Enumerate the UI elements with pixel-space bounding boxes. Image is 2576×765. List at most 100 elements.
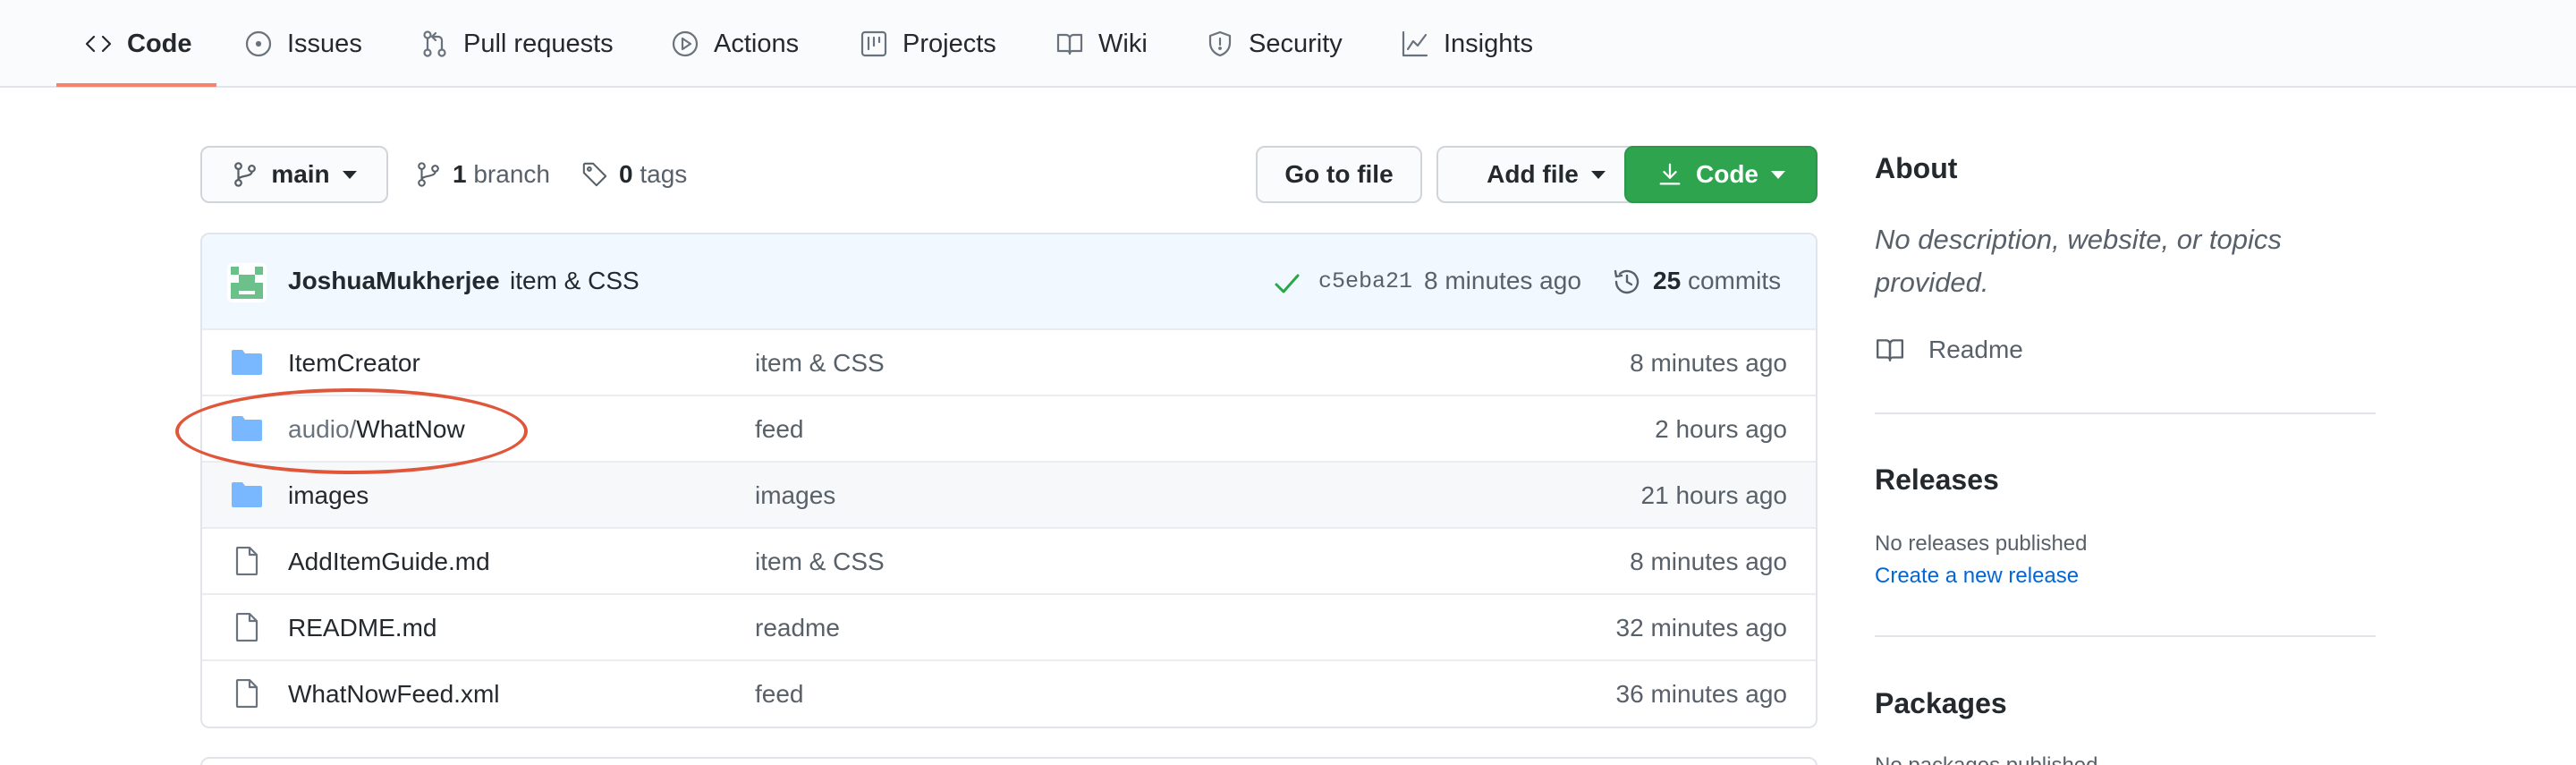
- commit-sha[interactable]: c5eba21: [1318, 268, 1412, 294]
- chevron-down-icon: [342, 170, 357, 179]
- tab-security[interactable]: Security: [1206, 0, 1343, 88]
- file-icon: [235, 547, 258, 575]
- check-icon[interactable]: [1272, 268, 1302, 299]
- add-file-button[interactable]: Add file: [1436, 146, 1656, 203]
- tab-wiki[interactable]: Wiki: [1055, 0, 1148, 88]
- file-row-audio-whatnow[interactable]: audio/WhatNow feed 2 hours ago: [202, 395, 1816, 461]
- file-name-main: WhatNow: [356, 415, 465, 443]
- file-age: 32 minutes ago: [1615, 614, 1787, 642]
- file-icon: [235, 679, 258, 708]
- avatar[interactable]: [227, 263, 267, 302]
- releases-heading[interactable]: Releases: [1875, 463, 1999, 497]
- file-commit-message[interactable]: feed: [755, 415, 804, 444]
- file-age: 21 hours ago: [1640, 481, 1787, 509]
- git-branch-icon: [418, 162, 439, 187]
- git-branch-icon: [234, 162, 257, 187]
- branch-select-button[interactable]: main: [200, 146, 388, 203]
- file-name-prefix: audio/: [288, 415, 357, 443]
- book-icon: [1877, 339, 1903, 361]
- commit-message[interactable]: item & CSS: [510, 267, 640, 295]
- file-row-whatnowfeed[interactable]: WhatNowFeed.xml feed 36 minutes ago: [202, 659, 1816, 726]
- project-icon: [860, 30, 887, 57]
- issue-opened-icon: [245, 30, 272, 57]
- tab-issues[interactable]: Issues: [244, 0, 362, 88]
- download-icon: [1659, 163, 1681, 185]
- file-commit-message[interactable]: feed: [755, 680, 804, 709]
- releases-text: No releases published: [1875, 531, 2088, 556]
- about-heading: About: [1875, 152, 1958, 184]
- folder-icon: [232, 350, 262, 375]
- branch-count: 1: [453, 160, 467, 188]
- file-commit-message[interactable]: readme: [755, 614, 840, 642]
- file-commit-message[interactable]: item & CSS: [755, 349, 885, 378]
- file-name[interactable]: audio/WhatNow: [288, 415, 465, 444]
- tab-actions-label: Actions: [714, 29, 800, 58]
- tag-icon: [582, 162, 607, 187]
- file-icon: [235, 613, 258, 642]
- commit-label: commits: [1687, 267, 1782, 294]
- tab-pull-requests[interactable]: Pull requests: [420, 0, 614, 88]
- latest-commit-bar: JoshuaMukherjee item & CSS c5eba21 8 min…: [202, 234, 1816, 330]
- file-row-readme[interactable]: README.md readme 32 minutes ago: [202, 593, 1816, 659]
- tab-projects-label: Projects: [902, 29, 996, 58]
- tag-count: 0: [619, 160, 633, 188]
- file-browser: JoshuaMukherjee item & CSS c5eba21 8 min…: [200, 233, 1818, 728]
- folder-icon: [232, 482, 262, 507]
- file-age: 8 minutes ago: [1630, 548, 1787, 575]
- file-age: 8 minutes ago: [1630, 349, 1787, 377]
- sidebar-divider: [1875, 635, 2376, 637]
- tab-insights[interactable]: Insights: [1401, 0, 1533, 88]
- git-pull-request-icon: [423, 30, 446, 57]
- go-to-file-label: Go to file: [1284, 160, 1394, 188]
- about-description: No description, website, or topics provi…: [1875, 224, 2282, 298]
- commit-time: 8 minutes ago: [1424, 267, 1581, 294]
- branches-link[interactable]: 1 branch: [415, 148, 550, 201]
- book-icon: [1056, 33, 1083, 55]
- play-icon: [672, 30, 699, 57]
- tab-actions[interactable]: Actions: [671, 0, 799, 88]
- branch-name: main: [271, 160, 330, 188]
- file-age: 36 minutes ago: [1615, 680, 1787, 708]
- file-row-additemguide[interactable]: AddItemGuide.md item & CSS 8 minutes ago: [202, 527, 1816, 593]
- file-row-images[interactable]: images images 21 hours ago: [202, 461, 1816, 527]
- tab-code-label: Code: [127, 29, 192, 58]
- chevron-down-icon: [1771, 170, 1785, 179]
- file-commit-message[interactable]: item & CSS: [755, 548, 885, 576]
- tab-security-label: Security: [1249, 29, 1343, 58]
- readme-box: [200, 757, 1818, 765]
- go-to-file-button[interactable]: Go to file: [1256, 146, 1422, 203]
- create-release-link[interactable]: Create a new release: [1875, 564, 2079, 589]
- commit-count: 25: [1653, 267, 1682, 294]
- file-name[interactable]: ItemCreator: [288, 349, 420, 378]
- graph-icon: [1402, 30, 1428, 57]
- branch-label: branch: [473, 160, 550, 188]
- file-name[interactable]: README.md: [288, 614, 436, 642]
- file-row-itemcreator[interactable]: ItemCreator item & CSS 8 minutes ago: [202, 328, 1816, 395]
- file-commit-message[interactable]: images: [755, 481, 835, 510]
- file-age: 2 hours ago: [1655, 415, 1787, 443]
- file-name[interactable]: AddItemGuide.md: [288, 548, 490, 576]
- file-name[interactable]: WhatNowFeed.xml: [288, 680, 500, 709]
- packages-text: No packages published: [1875, 753, 2098, 765]
- tag-label: tags: [640, 160, 688, 188]
- code-button-label: Code: [1696, 160, 1758, 188]
- shield-icon: [1208, 30, 1232, 57]
- readme-link[interactable]: Readme: [1875, 335, 2023, 365]
- tab-wiki-label: Wiki: [1098, 29, 1148, 58]
- chevron-down-icon: [1590, 170, 1606, 179]
- folder-icon: [232, 416, 262, 441]
- tags-link[interactable]: 0 tags: [581, 148, 687, 201]
- commit-author[interactable]: JoshuaMukherjee: [288, 267, 500, 295]
- selected-tab-underline: [56, 83, 216, 87]
- add-file-label: Add file: [1487, 160, 1579, 188]
- commits-link[interactable]: 25 commits: [1653, 267, 1781, 295]
- file-name[interactable]: images: [288, 481, 369, 510]
- tab-projects[interactable]: Projects: [860, 0, 996, 88]
- packages-heading[interactable]: Packages: [1875, 687, 2007, 720]
- tab-issues-label: Issues: [287, 29, 362, 58]
- tab-insights-label: Insights: [1444, 29, 1533, 58]
- tab-code[interactable]: Code: [84, 0, 192, 88]
- sidebar-divider: [1875, 412, 2376, 414]
- code-download-button[interactable]: Code: [1624, 146, 1818, 203]
- tab-pull-requests-label: Pull requests: [463, 29, 614, 58]
